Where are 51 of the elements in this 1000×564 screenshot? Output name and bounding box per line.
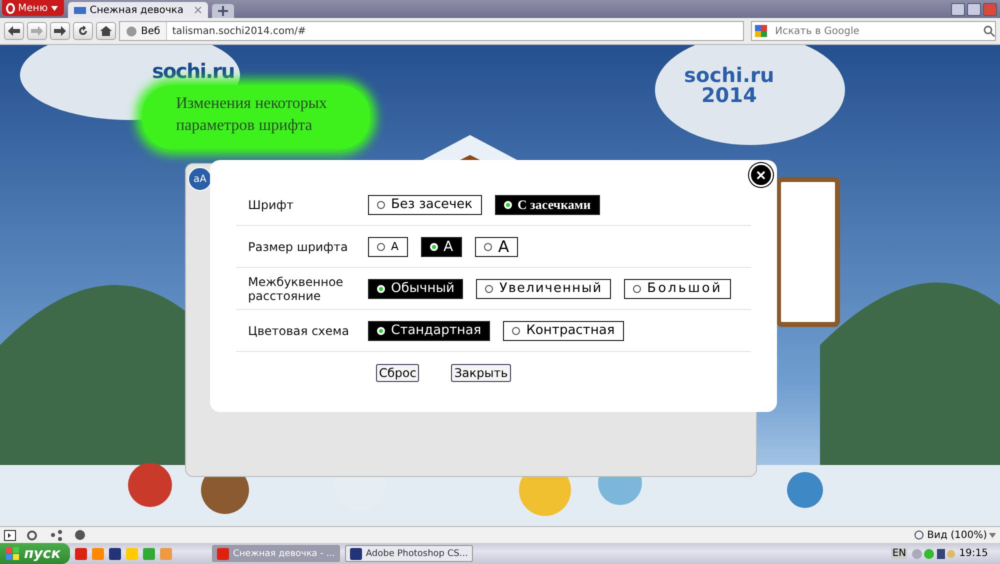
tray-icons-drawing [911,548,956,560]
logo-text: sochi.ru [152,59,234,83]
caret-icon [50,6,58,10]
close-tab-icon[interactable] [194,6,202,14]
windows-logo-icon [6,546,20,560]
radio-option[interactable]: А [368,236,408,256]
close-button[interactable]: ✕ [749,163,773,187]
home-icon[interactable] [96,22,116,40]
logo-text: sochi.ru [684,65,774,85]
minimize-icon[interactable] [951,2,965,16]
fast-forward-icon[interactable] [50,22,70,40]
callout-bubble: Изменения некоторых параметров шрифта [142,85,370,149]
search-engine-icon [755,25,769,37]
taskbar-button[interactable]: Adobe Photoshop CS... [344,545,473,562]
setting-label: Шрифт [247,198,294,212]
reset-button[interactable]: Сброс [376,364,420,382]
back-icon[interactable] [4,22,24,40]
quick-launch-icon[interactable] [109,548,121,560]
radio-option[interactable]: Без засечек [368,194,482,214]
reload-icon[interactable] [73,22,93,40]
url-text: talisman.sochi2014.com/# [171,26,306,36]
radio-option[interactable]: Обычный [368,278,464,298]
start-button[interactable]: пуск [0,543,70,564]
setting-label: Цветовая схема [247,324,350,338]
radio-option[interactable]: Большой [624,278,732,298]
zoom-control[interactable]: Вид (100%) [927,530,987,540]
close-dialog-button[interactable]: Закрыть [451,364,511,382]
new-tab-icon[interactable] [212,4,234,18]
engine-label: Веб [141,26,160,36]
radio-option[interactable]: Контрастная [503,320,624,340]
clock: 19:15 [959,548,988,559]
search-field[interactable]: Искать в Google [773,24,979,38]
menu-button[interactable]: Меню [2,0,64,16]
language-indicator[interactable]: EN [891,548,908,559]
radio-option[interactable]: А [420,236,462,256]
radio-option[interactable]: Стандартная [368,320,490,340]
radio-option[interactable]: С засечками [494,194,600,214]
setting-label: Размер шрифта [247,240,349,254]
maximize-icon[interactable] [967,2,981,16]
search-box[interactable]: Искать в Google [751,21,996,41]
share-icon[interactable] [50,530,64,540]
logo-text: 2014 [700,85,758,105]
quick-launch-icon[interactable] [75,548,87,560]
address-field[interactable]: Веб talisman.sochi2014.com/# [119,21,744,41]
radio-option[interactable]: Увеличенный [476,278,612,298]
search-icon[interactable] [983,25,995,37]
caret-icon[interactable] [989,532,996,538]
setting-label: Межбуквенное расстояние [247,274,344,302]
radio-option[interactable]: А [475,236,518,256]
panel-toggle-icon[interactable] [4,530,16,540]
browser-tab[interactable]: Снежная девочка [68,2,208,18]
